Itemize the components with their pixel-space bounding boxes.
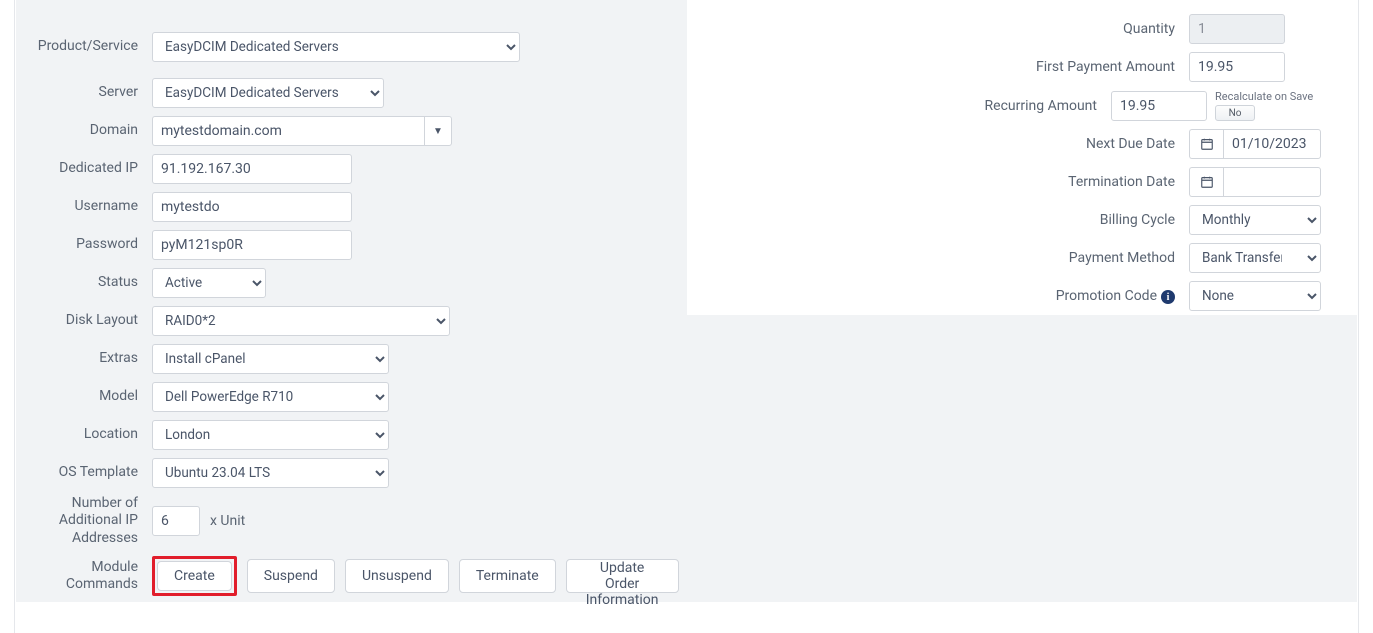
module-commands-row: Module Commands Create Suspend Unsuspend…: [16, 550, 687, 602]
quantity-row: Quantity: [687, 10, 1358, 48]
location-select[interactable]: London: [152, 420, 389, 450]
os-template-row: OS Template Ubuntu 23.04 LTS: [16, 454, 687, 492]
recalc-toggle[interactable]: No: [1215, 105, 1255, 121]
domain-dropdown-toggle[interactable]: ▼: [424, 116, 452, 146]
extras-row: Extras Install cPanel: [16, 340, 687, 378]
next-due-row: Next Due Date: [687, 125, 1358, 163]
password-row: Password: [16, 226, 687, 264]
domain-label: Domain: [16, 122, 148, 140]
product-service-row: Product/Service EasyDCIM Dedicated Serve…: [16, 20, 687, 74]
recurring-input[interactable]: [1111, 91, 1207, 121]
termination-input[interactable]: [1223, 167, 1321, 197]
unsuspend-button[interactable]: Unsuspend: [345, 559, 449, 593]
additional-ip-input[interactable]: [152, 506, 200, 536]
terminate-button[interactable]: Terminate: [459, 559, 556, 593]
payment-method-row: Payment Method Bank Transfer: [687, 239, 1358, 277]
model-select[interactable]: Dell PowerEdge R710: [152, 382, 389, 412]
dedicated-ip-label: Dedicated IP: [16, 160, 148, 178]
termination-label: Termination Date: [687, 174, 1186, 190]
product-service-label: Product/Service: [16, 38, 148, 56]
recurring-label: Recurring Amount: [687, 98, 1108, 114]
username-input[interactable]: [152, 192, 352, 222]
product-service-select[interactable]: EasyDCIM Dedicated Servers: [152, 32, 520, 62]
first-payment-input[interactable]: [1189, 52, 1285, 82]
extras-label: Extras: [16, 350, 148, 368]
create-button[interactable]: Create: [157, 561, 232, 591]
promotion-code-row: Promotion Codei None: [687, 277, 1358, 315]
first-payment-label: First Payment Amount: [687, 59, 1186, 75]
additional-ip-label: Number of Additional IP Addresses: [16, 495, 148, 548]
billing-cycle-label: Billing Cycle: [687, 212, 1186, 228]
disk-layout-label: Disk Layout: [16, 312, 148, 330]
quantity-input: [1189, 14, 1285, 44]
payment-method-select[interactable]: Bank Transfer: [1189, 243, 1321, 273]
status-label: Status: [16, 274, 148, 292]
next-due-label: Next Due Date: [687, 136, 1186, 152]
os-template-select[interactable]: Ubuntu 23.04 LTS: [152, 458, 389, 488]
additional-ip-row: Number of Additional IP Addresses x Unit: [16, 492, 687, 550]
domain-row: Domain ▼: [16, 112, 687, 150]
recurring-row: Recurring Amount Recalculate on Save No: [687, 86, 1358, 125]
additional-ip-unit: x Unit: [210, 513, 245, 529]
calendar-icon[interactable]: [1189, 167, 1223, 197]
promotion-code-select[interactable]: None: [1189, 281, 1321, 311]
location-label: Location: [16, 426, 148, 444]
first-payment-row: First Payment Amount: [687, 48, 1358, 86]
status-select[interactable]: Active: [152, 268, 266, 298]
payment-method-label: Payment Method: [687, 250, 1186, 266]
suspend-button[interactable]: Suspend: [247, 559, 335, 593]
dedicated-ip-input[interactable]: [152, 154, 352, 184]
location-row: Location London: [16, 416, 687, 454]
server-row: Server EasyDCIM Dedicated Servers: [16, 74, 687, 112]
status-row: Status Active: [16, 264, 687, 302]
username-row: Username: [16, 188, 687, 226]
create-highlight: Create: [152, 556, 237, 596]
termination-row: Termination Date: [687, 163, 1358, 201]
username-label: Username: [16, 198, 148, 216]
model-row: Model Dell PowerEdge R710: [16, 378, 687, 416]
billing-cycle-row: Billing Cycle Monthly: [687, 201, 1358, 239]
extras-select[interactable]: Install cPanel: [152, 344, 389, 374]
next-due-input[interactable]: [1223, 129, 1321, 159]
quantity-label: Quantity: [687, 21, 1186, 37]
server-label: Server: [16, 84, 148, 102]
disk-layout-select[interactable]: RAID0*2: [152, 306, 450, 336]
domain-input[interactable]: [152, 116, 424, 146]
password-label: Password: [16, 236, 148, 254]
model-label: Model: [16, 388, 148, 406]
calendar-icon[interactable]: [1189, 129, 1223, 159]
recalc-label: Recalculate on Save: [1215, 90, 1313, 103]
info-icon[interactable]: i: [1161, 290, 1175, 304]
promotion-code-label: Promotion Codei: [687, 288, 1186, 305]
module-commands-label: Module Commands: [16, 559, 148, 594]
os-template-label: OS Template: [16, 464, 148, 482]
dedicated-ip-row: Dedicated IP: [16, 150, 687, 188]
password-input[interactable]: [152, 230, 352, 260]
server-select[interactable]: EasyDCIM Dedicated Servers: [152, 78, 384, 108]
billing-cycle-select[interactable]: Monthly: [1189, 205, 1321, 235]
update-order-button[interactable]: Update Order Information: [566, 559, 679, 593]
disk-layout-row: Disk Layout RAID0*2: [16, 302, 687, 340]
